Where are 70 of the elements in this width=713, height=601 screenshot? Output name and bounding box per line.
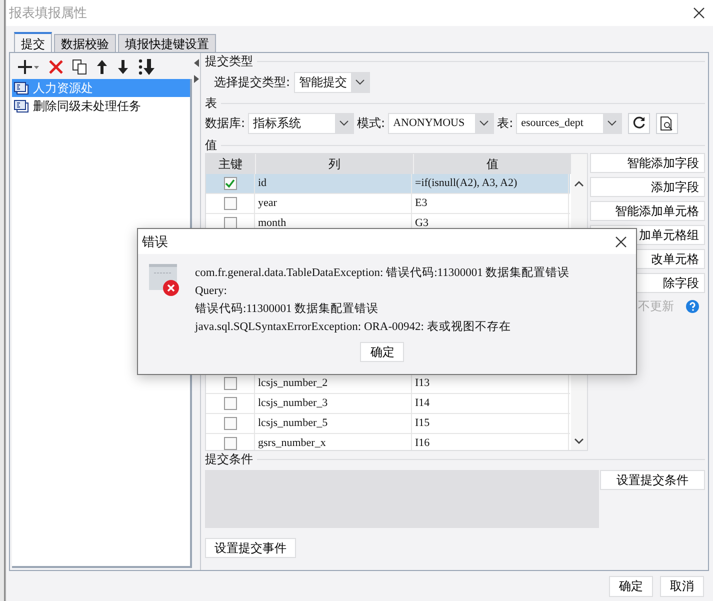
checkbox[interactable]	[224, 197, 236, 210]
chevron-down-icon	[355, 79, 366, 85]
field-label: 模式:	[357, 114, 386, 132]
window-title: 报表填报属性	[9, 5, 87, 22]
checkbox[interactable]	[224, 377, 236, 390]
delete-icon[interactable]	[49, 60, 63, 74]
error-icon	[149, 264, 179, 297]
section-heading: 值	[205, 137, 217, 154]
table-cell: year	[255, 194, 412, 213]
section-heading: 提交条件	[205, 451, 253, 468]
chevron-down-icon	[479, 120, 490, 126]
move-bottom-icon[interactable]	[138, 58, 156, 76]
copy-icon[interactable]	[72, 59, 87, 75]
action-button[interactable]: 智能添加字段	[590, 153, 705, 173]
refresh-icon	[632, 116, 646, 130]
close-icon[interactable]	[615, 236, 627, 248]
up-arrow-icon[interactable]	[96, 59, 108, 75]
table-cell: gsrs_number_x	[255, 434, 412, 450]
field-label: 表:	[497, 114, 514, 132]
chevron-down-icon	[339, 120, 350, 126]
dialog-button[interactable]: 取消	[660, 576, 704, 596]
chevron-down-icon	[607, 120, 618, 126]
add-icon[interactable]	[18, 59, 40, 75]
error-message: 错误代码:11300001 数据集配置错误	[195, 302, 380, 317]
table-cell: =if(isnull(A2), A3, A2)	[412, 174, 569, 193]
task-icon	[14, 82, 29, 94]
set-condition-button[interactable]: 设置提交条件	[600, 470, 705, 490]
action-button[interactable]: 添加字段	[590, 177, 705, 197]
section-heading: 提交类型	[205, 53, 253, 70]
scroll-down-icon[interactable]	[574, 438, 584, 444]
dialog-button[interactable]: 确定	[609, 576, 653, 596]
dialog-title: 错误	[142, 234, 168, 250]
checkbox[interactable]	[224, 397, 236, 410]
table-cell: id	[255, 174, 412, 193]
document-search-icon	[660, 116, 674, 130]
tab[interactable]: 填报快捷键设置	[118, 34, 216, 54]
table-cell: lcsjs_number_3	[255, 394, 412, 413]
table-cell: E3	[412, 194, 569, 213]
checkbox-label: 不更新	[638, 298, 674, 314]
database-dropdown[interactable]: 指标系统	[248, 112, 354, 134]
table-dropdown[interactable]: esources_dept	[516, 112, 622, 134]
ok-button[interactable]: 确定	[360, 342, 404, 362]
error-message: com.fr.general.data.TableDataException: 错误代码:11300001 数据集配置错误	[195, 266, 570, 281]
table-cell: lcsjs_number_5	[255, 414, 412, 433]
submit-type-dropdown[interactable]: 智能提交	[294, 72, 370, 92]
table-cell: I16	[412, 434, 569, 450]
preview-button[interactable]	[656, 112, 678, 134]
checkbox[interactable]	[224, 417, 236, 430]
field-label: 选择提交类型:	[214, 74, 290, 90]
expand-right-icon[interactable]	[194, 75, 198, 83]
down-arrow-icon[interactable]	[117, 59, 129, 75]
table-cell: I14	[412, 394, 569, 413]
table-cell: I15	[412, 414, 569, 433]
help-icon[interactable]	[686, 300, 699, 312]
refresh-button[interactable]	[628, 112, 650, 134]
field-label: 数据库:	[205, 114, 246, 132]
tab[interactable]: 提交	[14, 32, 52, 54]
collapse-left-icon[interactable]	[194, 59, 198, 67]
scroll-up-icon[interactable]	[574, 181, 584, 187]
section-heading: 表	[205, 95, 217, 112]
schema-dropdown[interactable]: ANONYMOUS	[388, 112, 494, 134]
checkbox[interactable]	[224, 437, 236, 450]
error-message: java.sql.SQLSyntaxErrorException: ORA-00942: 表或视图不存在	[195, 320, 512, 335]
error-message: Query:	[195, 284, 228, 299]
checkbox[interactable]	[224, 177, 236, 190]
list-item[interactable]: 删除同级未处理任务	[12, 97, 190, 115]
action-button[interactable]: 智能添加单元格	[590, 201, 705, 221]
set-event-button[interactable]: 设置提交事件	[205, 538, 296, 558]
close-icon[interactable]	[693, 7, 705, 19]
tab[interactable]: 数据校验	[54, 34, 116, 54]
